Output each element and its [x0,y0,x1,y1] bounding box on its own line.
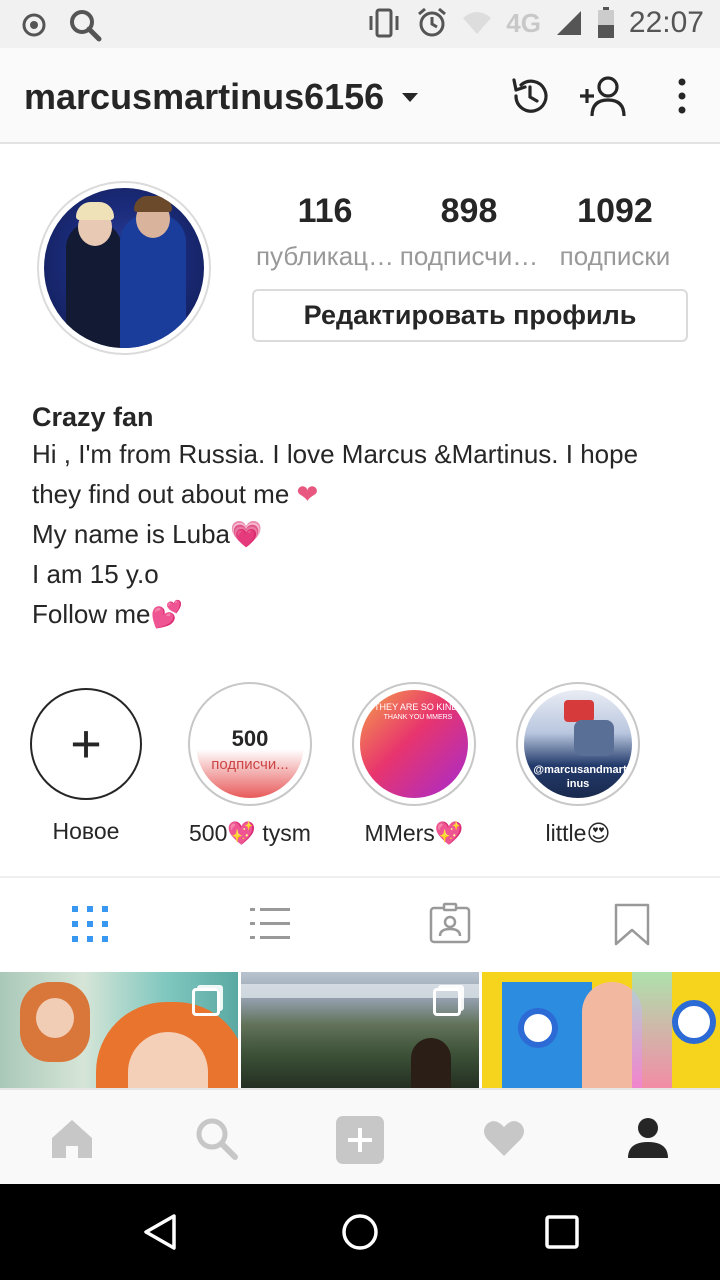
saved-bookmark-icon[interactable] [610,902,654,946]
posts-grid [0,972,720,1088]
highlight-label: Новое [52,818,120,844]
edit-profile-button[interactable]: Редактировать профиль [252,289,688,342]
highlight-label: little😍 [545,820,611,846]
network-type: 4G [506,7,541,38]
chevron-down-icon [402,92,419,102]
battery-icon [597,7,614,38]
new-highlight-circle: + [30,688,142,800]
multiple-photos-icon [433,988,461,1016]
account-switcher[interactable]: marcusmartinus6156 [24,76,419,118]
highlight-cover-text: THANK YOU MMERS [383,714,453,721]
notification-dot-icon [22,13,46,37]
stat-value: 116 [297,192,353,230]
username-label: marcusmartinus6156 [24,76,385,117]
highlight-mmers[interactable]: THEY ARE SO KIND THANK YOU MMERS MMers💖 [350,682,478,847]
highlight-little[interactable]: @marcusandmart inus little😍 [514,682,642,847]
highlight-cover-text: подписчи... [211,756,289,773]
following-count[interactable]: 1092 подписки [540,192,690,272]
search-icon[interactable] [194,1116,238,1160]
list-view-icon[interactable] [248,902,292,946]
stat-label: публикац… [255,241,395,271]
home-icon[interactable] [50,1116,94,1160]
clock: 22:07 [628,6,704,39]
new-post-icon[interactable] [336,1116,384,1164]
bio-line: My name is Luba [32,519,230,549]
bio-line: they find out about me [32,479,290,509]
highlight-label: MMers💖 [364,820,464,846]
post-thumbnail[interactable] [0,972,238,1088]
stat-value: 898 [440,192,498,230]
bio-line: I am 15 y.o [32,559,159,589]
profile-header: marcusmartinus6156 [0,48,720,144]
display-name: Crazy fan [32,402,154,432]
bottom-navigation [0,1088,720,1184]
profile-icon[interactable] [626,1116,670,1160]
highlight-cover-text: THEY ARE SO KIND [374,702,458,712]
signal-icon [556,11,581,35]
heart-emoji-icon: ❤ [296,479,319,509]
highlight-label: 500💖 tysm [189,820,311,846]
profile-bio: Crazy fan Hi , I'm from Russia. I love M… [32,400,702,634]
search-status-icon [70,10,102,42]
alarm-icon [418,7,447,37]
profile-tabs [0,878,720,972]
home-button-icon[interactable] [340,1212,380,1252]
highlight-new[interactable]: + Новое [22,682,150,845]
sparkling-heart-emoji-icon: 💗 [229,519,263,549]
stat-value: 1092 [577,192,653,230]
tagged-photos-icon[interactable] [428,902,472,946]
stat-label: подписки [559,241,671,271]
post-thumbnail[interactable] [241,972,479,1088]
highlight-cover-text: inus [566,778,590,790]
more-options-icon[interactable] [670,74,694,118]
grid-view-icon[interactable] [68,902,112,946]
highlight-cover-text: @marcusandmart [533,764,627,776]
posts-count[interactable]: 116 публикац… [250,192,400,272]
vibrate-icon [369,8,399,38]
back-icon[interactable] [140,1212,180,1252]
stat-label: подписчи… [399,241,539,271]
highlight-cover-text: 500 [231,726,269,751]
two-hearts-emoji-icon: 💕 [150,599,183,629]
system-navigation-bar [0,1184,720,1280]
avatar[interactable] [44,188,204,348]
post-thumbnail[interactable] [482,972,720,1088]
activity-heart-icon[interactable] [482,1116,526,1160]
multiple-photos-icon [192,988,220,1016]
wifi-icon [463,12,492,34]
plus-icon: + [70,714,102,774]
discover-people-icon[interactable] [578,74,628,118]
status-bar: 4G 22:07 [0,0,720,48]
bio-line: Follow me [32,599,151,629]
recents-icon[interactable] [542,1212,582,1252]
bio-line: Hi , I'm from Russia. I love Marcus &Mar… [32,439,639,469]
archive-history-icon[interactable] [508,74,552,118]
highlight-500-tysm[interactable]: 500 подписчи... 500💖 tysm [186,682,314,847]
followers-count[interactable]: 898 подписчи… [394,192,544,272]
